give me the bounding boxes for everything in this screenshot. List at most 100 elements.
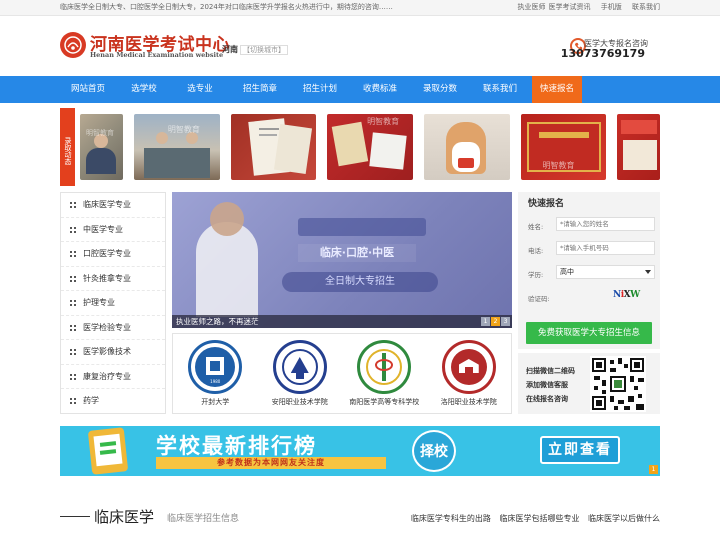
captcha-label: 验证码:	[528, 295, 550, 303]
enrollment-photo[interactable]	[617, 114, 661, 180]
enrollment-photo[interactable]	[423, 114, 510, 180]
switch-city-link[interactable]: 【切换城市】	[240, 45, 288, 55]
section-title: 临床医学	[94, 508, 155, 526]
grid-dots-icon	[70, 373, 76, 380]
slider-person	[196, 222, 258, 317]
logo-subtitle: Henan Medical Examination website	[90, 51, 224, 59]
qr-line: 在线报名咨询	[526, 395, 568, 403]
nav-enrollment-plan[interactable]: 招生计划	[292, 76, 348, 103]
school-name: 开封大学	[201, 398, 230, 406]
sidebar-item-clinical-medicine[interactable]: 临床医学专业	[61, 193, 165, 218]
top-notice: 临床医学全日制大专、口腔医学全日制大专，2024年对口临床医学升学报名火热进行中…	[60, 3, 393, 11]
nav-choose-school[interactable]: 选学校	[116, 76, 172, 103]
school-seal-icon	[357, 340, 412, 394]
school-ranking-banner[interactable]: 学校最新排行榜 参考数据为本网网友关注度 择校 立即查看 1	[60, 426, 660, 476]
clinical-medicine-section-header: 临床医学 临床医学招生信息 临床医学专科生的出路 临床医学包括哪些专业 临床医学…	[60, 506, 660, 530]
site-header: 河南医学考试中心 Henan Medical Examination websi…	[60, 16, 660, 76]
photo-watermark: 明智教育	[86, 129, 114, 137]
slider-page-1[interactable]: 1	[481, 317, 490, 326]
school-card-luoyang[interactable]: 洛阳职业技术学院	[427, 334, 512, 413]
region-indicator: 河南 【切换城市】	[222, 44, 288, 55]
main-nav: 网站首页 选学校 选专业 招生简章 招生计划 收费标准 录取分数 联系我们 快速…	[0, 76, 720, 103]
sidebar-item-chinese-medicine[interactable]: 中医学专业	[61, 218, 165, 242]
nav-quick-apply[interactable]: 快速报名	[532, 76, 582, 103]
grid-dots-icon	[70, 398, 76, 404]
top-link-exam-news[interactable]: 医学考试资讯	[549, 3, 591, 11]
school-seal-icon	[441, 340, 496, 394]
nav-choose-major[interactable]: 选专业	[172, 76, 228, 103]
education-selected-value: 高中	[560, 268, 574, 276]
nav-home[interactable]: 网站首页	[60, 76, 116, 103]
photo-watermark: 明智教育	[167, 125, 200, 134]
section-subtitle: 临床医学招生信息	[167, 514, 240, 524]
enrollment-photo[interactable]: 明智教育	[327, 114, 413, 180]
apply-submit-button[interactable]: 免费获取医学大专招生信息	[526, 322, 652, 344]
enrollment-photo[interactable]	[230, 114, 317, 180]
section-link[interactable]: 临床医学专科生的出路	[411, 514, 491, 523]
sidebar-item-lab-medicine[interactable]: 医学检验专业	[61, 316, 165, 340]
enrollment-photo[interactable]: 明智教育	[133, 114, 220, 180]
sidebar-item-label: 医学检验专业	[83, 322, 131, 332]
education-label: 学历:	[528, 271, 544, 279]
major-sidebar: 临床医学专业 中医学专业 口腔医学专业 针灸推拿专业 护理专业 医学检验专业 医…	[60, 192, 166, 414]
enrollment-photo[interactable]: 明智教育	[520, 114, 607, 180]
captcha-char: W	[630, 290, 640, 300]
enrollment-photo[interactable]: 明智教育	[80, 114, 123, 180]
school-logos-row: 1980 开封大学 安阳职业技术学院 南阳医学高等专科学校 洛阳职业技术学院	[172, 333, 512, 414]
section-link[interactable]: 临床医学以后做什么	[588, 514, 660, 523]
qr-line: 扫描微信二维码	[526, 367, 575, 375]
logo-icon[interactable]	[60, 32, 86, 58]
phone-field-label: 电话:	[528, 247, 544, 255]
sidebar-item-label: 临床医学专业	[83, 200, 131, 209]
top-link-contact[interactable]: 联系我们	[632, 3, 660, 11]
name-row: 姓名:	[528, 214, 660, 238]
top-link-practicing-physician[interactable]: 执业医师	[518, 3, 546, 11]
school-name: 南阳医学高等专科学校	[349, 398, 420, 406]
education-row: 学历: 高中	[528, 262, 660, 286]
sidebar-item-rehabilitation[interactable]: 康复治疗专业	[61, 365, 165, 389]
quick-apply-title: 快速报名	[528, 199, 565, 209]
sidebar-item-imaging[interactable]: 医学影像技术	[61, 340, 165, 365]
top-link-mobile[interactable]: 手机版	[601, 3, 622, 11]
captcha-row: 验证码: NiXW	[528, 286, 660, 310]
name-input[interactable]	[556, 217, 655, 231]
school-card-kaifeng[interactable]: 1980 开封大学	[173, 334, 258, 413]
nav-contact[interactable]: 联系我们	[472, 76, 528, 103]
captcha-image[interactable]: NiXW	[613, 290, 647, 303]
school-card-nanyang[interactable]: 南阳医学高等专科学校	[342, 334, 427, 413]
hero-slider[interactable]: 临床·口腔·中医 全日制大专招生 执业医师之路，不再迷茫 1 2 3	[172, 192, 512, 328]
sidebar-item-label: 医学影像技术	[83, 347, 131, 356]
view-now-button[interactable]: 立即查看	[540, 436, 620, 464]
school-seal-year: 1980	[210, 379, 221, 384]
top-links: 执业医师 医学考试资讯 手机版 联系我们	[510, 2, 660, 12]
slider-pager: 1 2 3	[481, 317, 510, 326]
sidebar-item-label: 药学	[83, 396, 99, 405]
sidebar-item-pharmacy[interactable]: 药学	[61, 389, 165, 414]
sidebar-item-label: 康复治疗专业	[83, 371, 131, 381]
ranking-title: 学校最新排行榜	[156, 433, 317, 458]
grid-dots-icon	[70, 324, 76, 331]
name-label: 姓名:	[528, 223, 544, 231]
slider-caption[interactable]: 执业医师之路，不再迷茫	[172, 315, 512, 328]
school-name: 洛阳职业技术学院	[440, 398, 497, 406]
phone-input[interactable]	[556, 241, 655, 255]
slider-page-3[interactable]: 3	[501, 317, 510, 326]
enrollment-photo-row: 明智教育 明智教育 明智教育 明智教育	[80, 114, 661, 180]
education-select[interactable]: 高中	[556, 265, 655, 279]
sidebar-item-label: 针灸推拿专业	[83, 273, 131, 283]
section-link[interactable]: 临床医学包括哪些专业	[499, 514, 579, 523]
sidebar-item-acupuncture[interactable]: 针灸推拿专业	[61, 267, 165, 291]
nav-fees[interactable]: 收费标准	[352, 76, 408, 103]
sidebar-item-nursing[interactable]: 护理专业	[61, 291, 165, 316]
ranking-tagline: 参考数据为本网网友关注度	[156, 457, 386, 469]
school-card-anyang[interactable]: 安阳职业技术学院	[258, 334, 343, 413]
phone-number[interactable]: 13073769179	[561, 47, 645, 60]
slider-page-2[interactable]: 2	[491, 317, 500, 326]
sidebar-item-stomatology[interactable]: 口腔医学专业	[61, 242, 165, 267]
banner-page-indicator[interactable]: 1	[649, 465, 658, 474]
nav-admission-guide[interactable]: 招生简章	[232, 76, 288, 103]
photo-watermark: 明智教育	[367, 117, 400, 126]
qr-line: 添加微信客服	[526, 381, 568, 389]
nav-admission-scores[interactable]: 录取分数	[412, 76, 468, 103]
school-seal-icon: 1980	[188, 340, 243, 394]
